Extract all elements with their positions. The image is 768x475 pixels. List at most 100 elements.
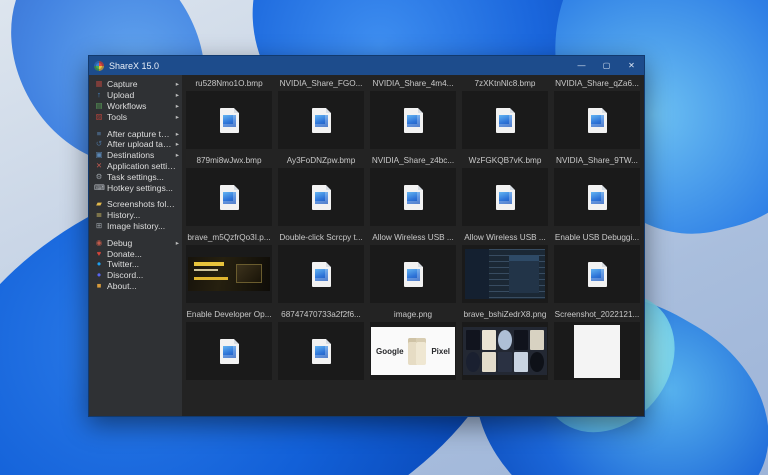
tools-icon: ▨ xyxy=(95,111,103,121)
file-item[interactable]: Enable USB Debuggi... xyxy=(551,230,643,307)
upload-icon: ↑ xyxy=(97,90,101,100)
file-item[interactable]: Ay3FoDNZpw.bmp xyxy=(275,153,367,230)
pixel-text: Pixel xyxy=(431,346,450,356)
sidebar-item-history[interactable]: ≣ History... xyxy=(89,210,182,221)
file-name: Double-click Scrcpy t... xyxy=(279,233,363,242)
file-item[interactable]: brave_bshiZedrX8.png xyxy=(459,307,551,384)
twitter-icon: ● xyxy=(96,259,102,269)
file-name: Enable Developer Op... xyxy=(186,310,272,319)
file-item[interactable]: WzFGKQB7vK.bmp xyxy=(459,153,551,230)
sidebar-item-label: Hotkey settings... xyxy=(107,182,173,193)
sidebar-item-tools[interactable]: ▨ Tools ▸ xyxy=(89,111,182,122)
window-title: ShareX 15.0 xyxy=(109,60,160,71)
file-thumbnail xyxy=(462,168,548,226)
file-item[interactable]: image.png Google Pixel xyxy=(367,307,459,384)
sidebar-item-donate[interactable]: ♥ Donate... xyxy=(89,248,182,259)
sidebar-item-debug[interactable]: ◉ Debug ▸ xyxy=(89,237,182,248)
sidebar-item-after-capture-tasks[interactable]: ≡ After capture tasks ▸ xyxy=(89,128,182,139)
image-file-icon xyxy=(311,107,331,133)
file-item[interactable]: ru528Nmo1O.bmp xyxy=(183,76,275,153)
history-icon: ≣ xyxy=(95,210,103,220)
file-name: NVIDIA_Share_FGO... xyxy=(279,79,363,88)
file-item[interactable]: Allow Wireless USB ... xyxy=(459,230,551,307)
file-name: NVIDIA_Share_9TW... xyxy=(556,156,638,165)
sidebar-item-task-settings[interactable]: ⚙ Task settings... xyxy=(89,171,182,182)
file-item[interactable]: Enable Developer Op... xyxy=(183,307,275,384)
banner-thumbnail xyxy=(188,257,270,291)
sidebar-item-label: Image history... xyxy=(107,220,166,231)
destinations-icon: ▣ xyxy=(95,150,103,160)
file-item[interactable]: 7zXKtnNlc8.bmp xyxy=(459,76,551,153)
file-item[interactable]: 879mi8wJwx.bmp xyxy=(183,153,275,230)
submenu-arrow-icon: ▸ xyxy=(175,130,179,138)
file-thumbnail xyxy=(554,322,640,380)
file-name: 68747470733a2f2f6... xyxy=(281,310,361,319)
close-button[interactable]: ✕ xyxy=(619,56,644,75)
sidebar-item-upload[interactable]: ↑ Upload ▸ xyxy=(89,90,182,101)
sidebar-item-capture[interactable]: ▦ Capture ▸ xyxy=(89,79,182,90)
submenu-arrow-icon: ▸ xyxy=(175,113,179,121)
file-name: Ay3FoDNZpw.bmp xyxy=(286,156,356,165)
sidebar-item-label: Upload xyxy=(107,90,135,101)
sidebar-item-screenshots-folder[interactable]: ▰ Screenshots folder... xyxy=(89,199,182,210)
file-item[interactable]: Screenshot_2022121... xyxy=(551,307,643,384)
file-item[interactable]: NVIDIA_Share_z4bc... xyxy=(367,153,459,230)
sidebar-item-label: Application settings... xyxy=(107,160,179,171)
file-thumbnail xyxy=(370,245,456,303)
sidebar-item-destinations[interactable]: ▣ Destinations ▸ xyxy=(89,150,182,161)
application-settings-icon: ✕ xyxy=(95,160,103,170)
minimize-button[interactable]: — xyxy=(569,56,594,75)
sidebar-item-label: Discord... xyxy=(107,270,144,281)
sharex-logo-icon xyxy=(94,60,104,71)
sidebar-item-application-settings[interactable]: ✕ Application settings... xyxy=(89,161,182,172)
sidebar-item-discord[interactable]: ● Discord... xyxy=(89,270,182,281)
titlebar[interactable]: ShareX 15.0 — ▢ ✕ xyxy=(89,56,644,75)
file-item[interactable]: Allow Wireless USB ... xyxy=(367,230,459,307)
sidebar-item-label: After capture tasks xyxy=(107,128,174,139)
file-thumbnail: Google Pixel xyxy=(370,322,456,380)
screenshots-folder-icon: ▰ xyxy=(96,199,102,209)
file-thumbnail xyxy=(554,91,640,149)
file-item[interactable]: NVIDIA_Share_9TW... xyxy=(551,153,643,230)
sidebar-item-about[interactable]: ■ About... xyxy=(89,281,182,292)
file-thumbnail xyxy=(554,245,640,303)
google-text: Google xyxy=(376,346,404,356)
image-file-icon xyxy=(311,338,331,364)
donate-heart-icon: ♥ xyxy=(96,248,102,258)
sharex-window: ShareX 15.0 — ▢ ✕ ▦ Capture ▸ ↑ Upload ▸ ▤ Wo… xyxy=(88,55,645,417)
maximize-button[interactable]: ▢ xyxy=(594,56,619,75)
sidebar-item-twitter[interactable]: ● Twitter... xyxy=(89,259,182,270)
main-menu-sidebar: ▦ Capture ▸ ↑ Upload ▸ ▤ Workflows ▸ ▨ Tools ▸ ≡… xyxy=(89,75,182,416)
sidebar-item-label: Debug xyxy=(107,237,133,248)
file-name: 879mi8wJwx.bmp xyxy=(196,156,262,165)
hotkey-settings-icon: ⌨ xyxy=(94,182,105,192)
settings-screenshot-thumbnail xyxy=(465,249,545,299)
file-item[interactable]: 68747470733a2f2f6... xyxy=(275,307,367,384)
file-name: 7zXKtnNlc8.bmp xyxy=(474,79,536,88)
file-item[interactable]: NVIDIA_Share_4m4... xyxy=(367,76,459,153)
file-item[interactable]: brave_m5QzfrQo3I.p... xyxy=(183,230,275,307)
sidebar-item-after-upload-tasks[interactable]: ↺ After upload tasks ▸ xyxy=(89,139,182,150)
sidebar-item-workflows[interactable]: ▤ Workflows ▸ xyxy=(89,101,182,112)
sidebar-item-label: Tools xyxy=(107,111,128,122)
image-file-icon xyxy=(587,107,607,133)
file-thumbnail xyxy=(186,168,272,226)
file-item[interactable]: NVIDIA_Share_FGO... xyxy=(275,76,367,153)
file-item[interactable]: Double-click Scrcpy t... xyxy=(275,230,367,307)
file-name: Allow Wireless USB ... xyxy=(372,233,454,242)
file-name: Enable USB Debuggi... xyxy=(554,233,640,242)
file-thumbnail xyxy=(462,322,548,380)
sidebar-item-label: Workflows xyxy=(107,100,147,111)
file-thumbnail xyxy=(278,91,364,149)
sidebar-item-image-history[interactable]: ⊞ Image history... xyxy=(89,221,182,232)
file-thumbnail xyxy=(278,322,364,380)
image-file-icon xyxy=(219,184,239,210)
file-name: ru528Nmo1O.bmp xyxy=(195,79,263,88)
file-name: brave_m5QzfrQo3I.p... xyxy=(187,233,271,242)
debug-icon: ◉ xyxy=(95,237,103,247)
sidebar-item-hotkey-settings[interactable]: ⌨ Hotkey settings... xyxy=(89,182,182,193)
image-file-icon xyxy=(495,184,515,210)
sidebar-item-label: About... xyxy=(107,280,137,291)
capture-icon: ▦ xyxy=(95,79,103,89)
file-item[interactable]: NVIDIA_Share_qZa6... xyxy=(551,76,643,153)
